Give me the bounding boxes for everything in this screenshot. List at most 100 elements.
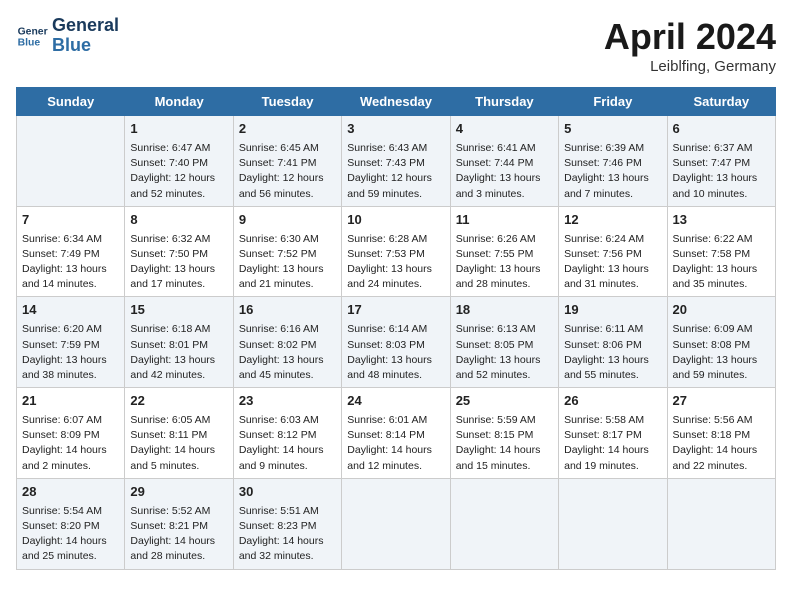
logo: General Blue General Blue [16,16,119,56]
calendar-cell [667,478,775,569]
calendar-cell: 4 Sunrise: 6:41 AM Sunset: 7:44 PM Daylig… [450,116,558,207]
day-number: 21 [22,392,119,411]
calendar-cell: 12 Sunrise: 6:24 AM Sunset: 7:56 PM Dayli… [559,206,667,297]
day-number: 22 [130,392,227,411]
cell-info: Sunrise: 5:54 AM Sunset: 8:20 PM Dayligh… [22,504,119,565]
calendar-cell: 28 Sunrise: 5:54 AM Sunset: 8:20 PM Dayli… [17,478,125,569]
day-number: 3 [347,120,444,139]
weekday-header: Monday [125,88,233,116]
day-number: 24 [347,392,444,411]
cell-info: Sunrise: 6:20 AM Sunset: 7:59 PM Dayligh… [22,322,119,383]
cell-info: Sunrise: 6:26 AM Sunset: 7:55 PM Dayligh… [456,232,553,293]
calendar-cell: 6 Sunrise: 6:37 AM Sunset: 7:47 PM Daylig… [667,116,775,207]
cell-info: Sunrise: 6:28 AM Sunset: 7:53 PM Dayligh… [347,232,444,293]
calendar-cell: 13Sunrise: 6:22 AM Sunset: 7:58 PM Dayli… [667,206,775,297]
month-title: April 2024 [604,16,776,58]
cell-info: Sunrise: 6:11 AM Sunset: 8:06 PM Dayligh… [564,322,661,383]
cell-info: Sunrise: 6:18 AM Sunset: 8:01 PM Dayligh… [130,322,227,383]
day-number: 11 [456,211,553,230]
calendar-cell: 7Sunrise: 6:34 AM Sunset: 7:49 PM Daylig… [17,206,125,297]
weekday-header: Wednesday [342,88,450,116]
day-number: 10 [347,211,444,230]
calendar-cell: 14 Sunrise: 6:20 AM Sunset: 7:59 PM Dayli… [17,297,125,388]
cell-info: Sunrise: 5:56 AM Sunset: 8:18 PM Dayligh… [673,413,770,474]
calendar-cell: 29 Sunrise: 5:52 AM Sunset: 8:21 PM Dayli… [125,478,233,569]
calendar-cell [17,116,125,207]
calendar-cell: 10 Sunrise: 6:28 AM Sunset: 7:53 PM Dayli… [342,206,450,297]
day-number: 30 [239,483,336,502]
cell-info: Sunrise: 6:45 AM Sunset: 7:41 PM Dayligh… [239,141,336,202]
calendar-cell: 23 Sunrise: 6:03 AM Sunset: 8:12 PM Dayli… [233,388,341,479]
logo-text: General Blue [52,16,119,56]
day-number: 25 [456,392,553,411]
day-number: 12 [564,211,661,230]
day-number: 27 [673,392,770,411]
day-number: 19 [564,301,661,320]
calendar-cell [450,478,558,569]
cell-info: Sunrise: 6:37 AM Sunset: 7:47 PM Dayligh… [673,141,770,202]
calendar-week-row: 28 Sunrise: 5:54 AM Sunset: 8:20 PM Dayli… [17,478,776,569]
cell-info: Sunrise: 6:41 AM Sunset: 7:44 PM Dayligh… [456,141,553,202]
calendar-cell: 5 Sunrise: 6:39 AM Sunset: 7:46 PM Daylig… [559,116,667,207]
cell-info: Sunrise: 5:52 AM Sunset: 8:21 PM Dayligh… [130,504,227,565]
weekday-header: Saturday [667,88,775,116]
logo-line2: Blue [52,35,91,55]
day-number: 1 [130,120,227,139]
logo-icon: General Blue [16,20,48,52]
cell-info: Sunrise: 6:34 AM Sunset: 7:49 PM Dayligh… [22,232,119,293]
calendar-cell: 1 Sunrise: 6:47 AM Sunset: 7:40 PM Daylig… [125,116,233,207]
calendar-cell: 26 Sunrise: 5:58 AM Sunset: 8:17 PM Dayli… [559,388,667,479]
day-number: 28 [22,483,119,502]
calendar-cell: 8 Sunrise: 6:32 AM Sunset: 7:50 PM Daylig… [125,206,233,297]
cell-info: Sunrise: 5:58 AM Sunset: 8:17 PM Dayligh… [564,413,661,474]
calendar-cell: 15 Sunrise: 6:18 AM Sunset: 8:01 PM Dayli… [125,297,233,388]
day-number: 14 [22,301,119,320]
calendar-week-row: 7Sunrise: 6:34 AM Sunset: 7:49 PM Daylig… [17,206,776,297]
calendar-cell: 24 Sunrise: 6:01 AM Sunset: 8:14 PM Dayli… [342,388,450,479]
day-number: 26 [564,392,661,411]
weekday-header: Tuesday [233,88,341,116]
svg-text:General: General [18,26,48,37]
calendar-cell: 18Sunrise: 6:13 AM Sunset: 8:05 PM Dayli… [450,297,558,388]
calendar-cell: 2Sunrise: 6:45 AM Sunset: 7:41 PM Daylig… [233,116,341,207]
calendar-cell: 20Sunrise: 6:09 AM Sunset: 8:08 PM Dayli… [667,297,775,388]
day-number: 16 [239,301,336,320]
svg-text:Blue: Blue [18,37,41,48]
calendar-week-row: 1 Sunrise: 6:47 AM Sunset: 7:40 PM Daylig… [17,116,776,207]
day-number: 29 [130,483,227,502]
day-number: 17 [347,301,444,320]
day-number: 5 [564,120,661,139]
day-number: 15 [130,301,227,320]
cell-info: Sunrise: 6:43 AM Sunset: 7:43 PM Dayligh… [347,141,444,202]
calendar-cell: 3 Sunrise: 6:43 AM Sunset: 7:43 PM Daylig… [342,116,450,207]
day-number: 6 [673,120,770,139]
cell-info: Sunrise: 5:59 AM Sunset: 8:15 PM Dayligh… [456,413,553,474]
cell-info: Sunrise: 6:05 AM Sunset: 8:11 PM Dayligh… [130,413,227,474]
cell-info: Sunrise: 6:24 AM Sunset: 7:56 PM Dayligh… [564,232,661,293]
cell-info: Sunrise: 6:30 AM Sunset: 7:52 PM Dayligh… [239,232,336,293]
day-number: 9 [239,211,336,230]
weekday-header: Thursday [450,88,558,116]
calendar-table: SundayMondayTuesdayWednesdayThursdayFrid… [16,87,776,570]
day-number: 4 [456,120,553,139]
cell-info: Sunrise: 6:47 AM Sunset: 7:40 PM Dayligh… [130,141,227,202]
cell-info: Sunrise: 6:16 AM Sunset: 8:02 PM Dayligh… [239,322,336,383]
day-number: 23 [239,392,336,411]
calendar-cell: 16 Sunrise: 6:16 AM Sunset: 8:02 PM Dayli… [233,297,341,388]
calendar-cell: 22 Sunrise: 6:05 AM Sunset: 8:11 PM Dayli… [125,388,233,479]
calendar-cell [559,478,667,569]
calendar-cell: 30 Sunrise: 5:51 AM Sunset: 8:23 PM Dayli… [233,478,341,569]
cell-info: Sunrise: 6:03 AM Sunset: 8:12 PM Dayligh… [239,413,336,474]
cell-info: Sunrise: 6:13 AM Sunset: 8:05 PM Dayligh… [456,322,553,383]
cell-info: Sunrise: 6:39 AM Sunset: 7:46 PM Dayligh… [564,141,661,202]
calendar-week-row: 21Sunrise: 6:07 AM Sunset: 8:09 PM Dayli… [17,388,776,479]
cell-info: Sunrise: 5:51 AM Sunset: 8:23 PM Dayligh… [239,504,336,565]
day-number: 8 [130,211,227,230]
calendar-cell: 9 Sunrise: 6:30 AM Sunset: 7:52 PM Daylig… [233,206,341,297]
cell-info: Sunrise: 6:32 AM Sunset: 7:50 PM Dayligh… [130,232,227,293]
day-number: 13 [673,211,770,230]
logo-line1: General [52,15,119,35]
calendar-cell: 19 Sunrise: 6:11 AM Sunset: 8:06 PM Dayli… [559,297,667,388]
calendar-cell: 25 Sunrise: 5:59 AM Sunset: 8:15 PM Dayli… [450,388,558,479]
cell-info: Sunrise: 6:01 AM Sunset: 8:14 PM Dayligh… [347,413,444,474]
